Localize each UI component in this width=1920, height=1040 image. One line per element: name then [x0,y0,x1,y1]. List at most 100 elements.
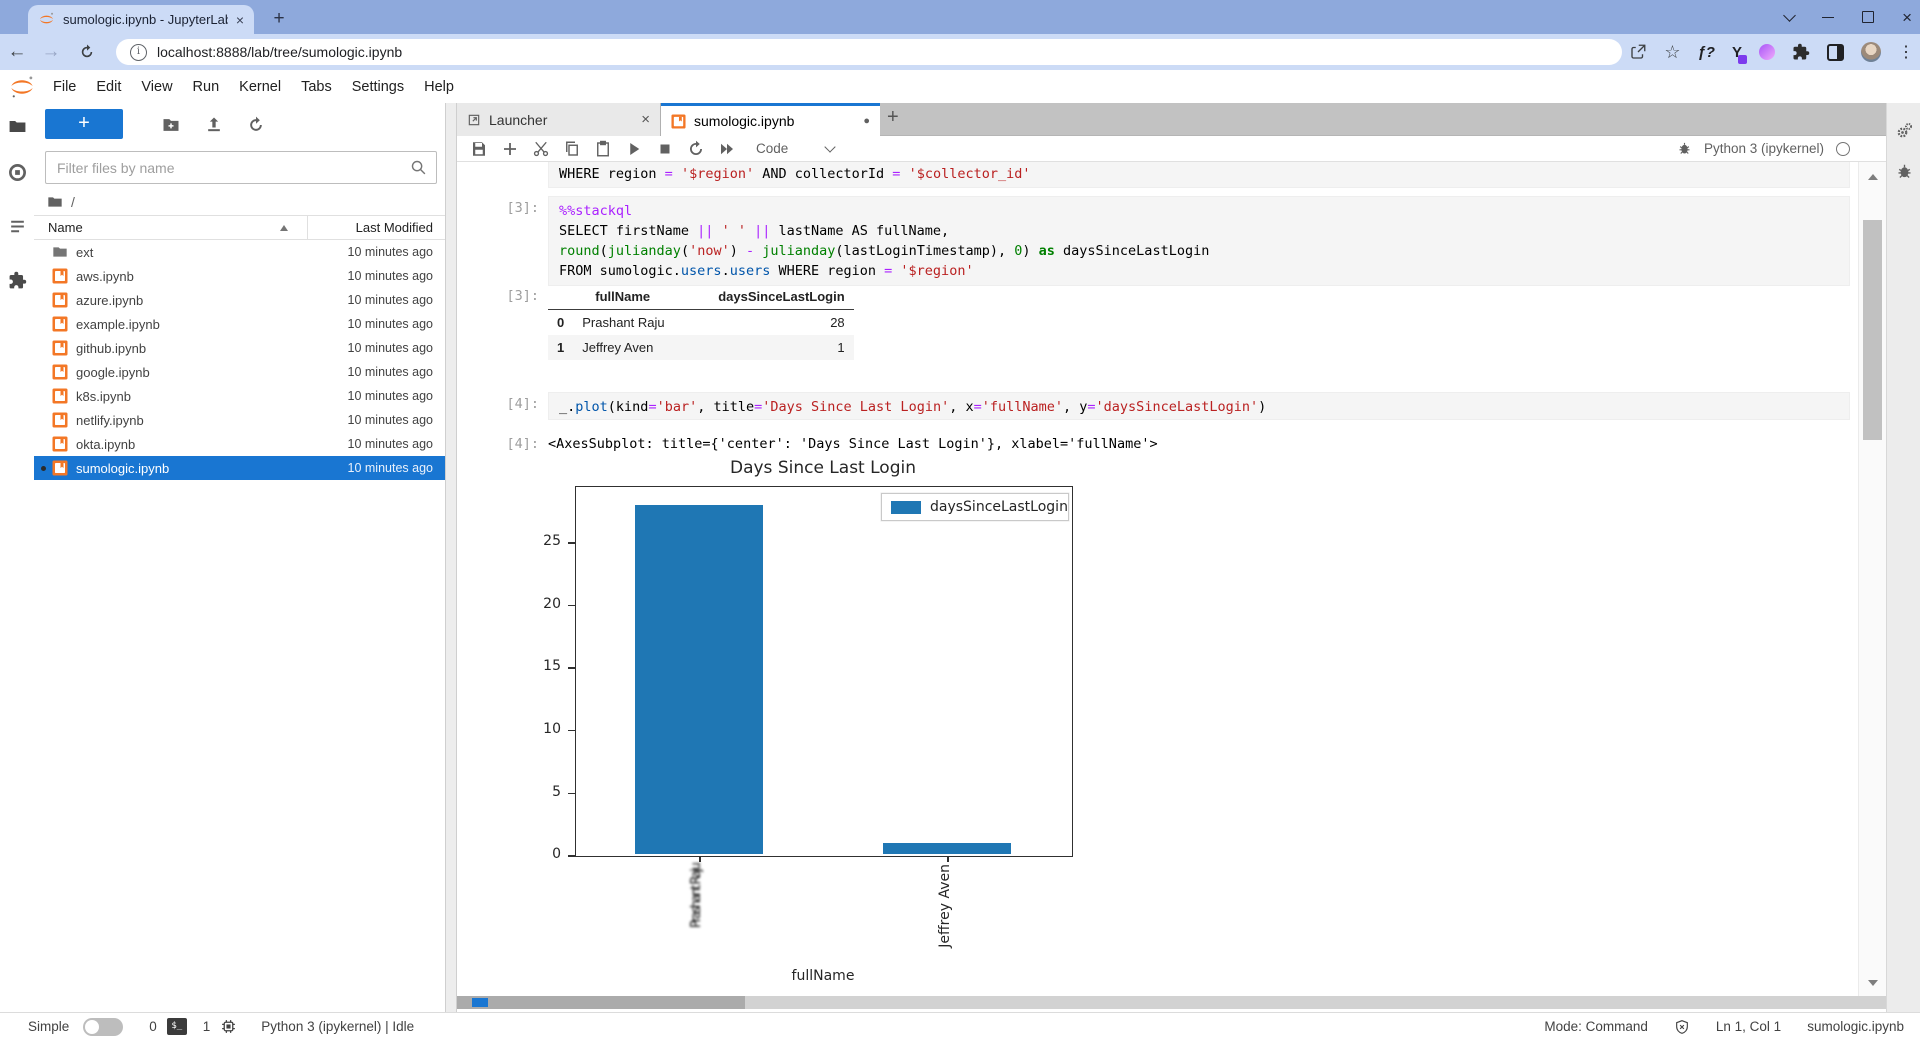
debugger-bug-icon[interactable] [1677,141,1692,156]
cell-type-dropdown[interactable]: Code [756,141,788,156]
active-file-name[interactable]: sumologic.ipynb [1807,1019,1904,1034]
launcher-icon [467,113,481,127]
page-info-icon[interactable]: i [130,44,147,61]
simple-mode-toggle[interactable] [83,1018,123,1036]
y-tick-icon [568,605,575,607]
search-icon[interactable] [410,159,427,176]
fx-extension-icon[interactable]: ƒ? [1697,44,1715,61]
restart-kernel-icon[interactable] [687,140,705,158]
menu-view[interactable]: View [131,71,182,103]
notebook-icon [52,340,68,356]
panel-splitter[interactable] [445,103,457,1012]
url-text[interactable]: localhost:8888/lab/tree/sumologic.ipynb [157,44,402,60]
file-name: google.ipynb [76,365,348,380]
tab-close-icon[interactable]: × [641,111,650,128]
kernel-status-idle-icon[interactable] [1836,142,1850,156]
running-sessions-icon[interactable] [0,149,34,195]
scroll-up-icon[interactable] [1868,174,1878,180]
tab-sumologic-notebook[interactable]: sumologic.ipynb ● [661,103,880,136]
notebook-mode[interactable]: Mode: Command [1544,1019,1648,1034]
file-row[interactable]: ext10 minutes ago [34,240,445,264]
paste-cells-icon[interactable] [594,140,612,158]
debugger-icon[interactable] [1887,151,1920,191]
interrupt-kernel-icon[interactable] [656,140,674,158]
menu-help[interactable]: Help [414,71,464,103]
scrollbar-thumb[interactable] [1863,220,1882,440]
cut-cells-icon[interactable] [532,140,550,158]
kernel-name[interactable]: Python 3 (ipykernel) [1704,141,1824,156]
back-icon[interactable]: ← [0,41,34,63]
column-last-modified[interactable]: Last Modified [356,220,433,235]
new-folder-icon[interactable] [161,115,181,135]
breadcrumb[interactable]: / [47,189,75,215]
file-row[interactable]: google.ipynb10 minutes ago [34,360,445,384]
share-icon[interactable] [1629,43,1647,61]
browser-toolbar: ← → i localhost:8888/lab/tree/sumologic.… [0,34,1920,70]
window-minimize-icon[interactable] [1822,17,1834,18]
file-filter-input[interactable] [46,160,410,176]
trust-shield-icon[interactable] [1674,1019,1690,1035]
address-bar[interactable]: i localhost:8888/lab/tree/sumologic.ipyn… [116,39,1622,65]
forward-icon[interactable]: → [34,41,68,63]
column-name[interactable]: Name [48,220,83,235]
reload-icon[interactable] [70,43,104,61]
bookmark-star-icon[interactable]: ☆ [1664,42,1680,63]
file-name: ext [76,245,348,260]
window-restore-icon[interactable] [1862,11,1874,23]
extensions-puzzle-icon[interactable] [1792,43,1810,61]
menu-tabs[interactable]: Tabs [291,71,342,103]
upload-icon[interactable] [204,115,224,135]
add-tab-button[interactable]: + [887,106,899,129]
add-cell-icon[interactable] [501,140,519,158]
property-inspector-icon[interactable] [1887,111,1920,151]
file-row[interactable]: k8s.ipynb10 minutes ago [34,384,445,408]
x-tick-icon [947,856,949,862]
status-bar: Simple 0 $_ 1 Python 3 (ipykernel) | Idl… [0,1012,1920,1040]
file-row[interactable]: sumologic.ipynb10 minutes ago [34,456,445,480]
browser-tab[interactable]: sumologic.ipynb - JupyterLab × [28,5,254,34]
menu-file[interactable]: File [43,71,86,103]
purple-extension-icon[interactable] [1759,44,1775,60]
notebook-horizontal-scrollbar[interactable] [457,996,1889,1009]
copy-cells-icon[interactable] [563,140,581,158]
extension-manager-icon[interactable] [0,257,34,303]
menu-run[interactable]: Run [183,71,230,103]
file-row[interactable]: aws.ipynb10 minutes ago [34,264,445,288]
cursor-position[interactable]: Ln 1, Col 1 [1716,1019,1781,1034]
terminal-icon[interactable]: $_ [167,1018,187,1035]
y-tick-icon [568,793,575,795]
tab-launcher[interactable]: Launcher × [457,103,661,136]
file-row[interactable]: github.ipynb10 minutes ago [34,336,445,360]
browser-menu-icon[interactable]: ⋮ [1898,42,1914,62]
file-row[interactable]: example.ipynb10 minutes ago [34,312,445,336]
new-tab-button[interactable]: + [266,6,292,32]
kernel-chip-icon[interactable] [220,1018,237,1035]
notebook-vertical-scrollbar[interactable] [1858,162,1886,996]
menu-kernel[interactable]: Kernel [229,71,291,103]
save-icon[interactable] [470,140,488,158]
restart-run-all-icon[interactable] [718,140,736,158]
menu-settings[interactable]: Settings [342,71,414,103]
menu-edit[interactable]: Edit [86,71,131,103]
file-list-header[interactable]: Name Last Modified [34,215,445,240]
refresh-icon[interactable] [246,115,266,135]
side-panel-icon[interactable] [1827,44,1844,61]
tab-close-icon[interactable]: × [236,12,244,28]
file-modified: 10 minutes ago [348,461,433,475]
browser-actions: ☆ ƒ? Y ⋮ [1629,34,1914,70]
profile-avatar[interactable] [1861,42,1881,62]
file-row[interactable]: okta.ipynb10 minutes ago [34,432,445,456]
run-cell-icon[interactable] [625,140,643,158]
table-of-contents-icon[interactable] [0,203,34,249]
file-browser-icon[interactable] [0,103,34,149]
reader-extension-icon[interactable]: Y [1732,44,1742,61]
new-launcher-button[interactable]: + [45,109,123,139]
window-chevron-down-icon[interactable] [1783,9,1796,22]
kernel-status-text[interactable]: Python 3 (ipykernel) | Idle [261,1019,414,1034]
dropdown-caret-icon[interactable] [825,141,836,152]
window-close-icon[interactable]: × [1902,9,1912,26]
file-row[interactable]: azure.ipynb10 minutes ago [34,288,445,312]
scroll-down-icon[interactable] [1868,980,1878,986]
file-row[interactable]: netlify.ipynb10 minutes ago [34,408,445,432]
scrollbar-thumb[interactable] [745,996,1889,1009]
